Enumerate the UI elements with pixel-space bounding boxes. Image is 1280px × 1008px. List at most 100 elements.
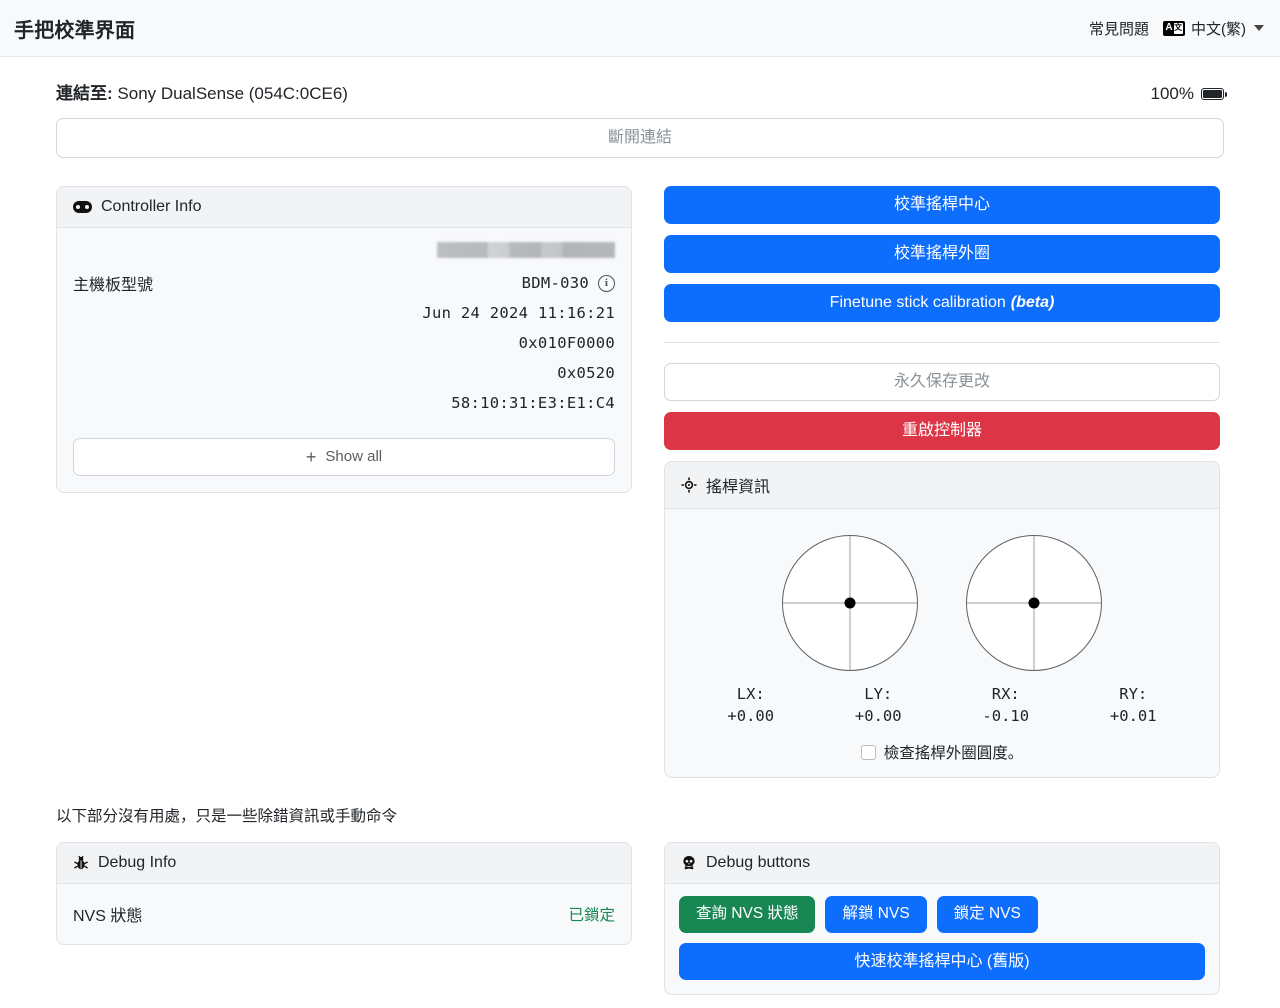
debug-right-column: Debug buttons 查詢 NVS 狀態 解鎖 NVS 鎖定 NVS 快速… <box>664 842 1220 995</box>
quick-calibrate-center-legacy-button[interactable]: 快速校準搖桿中心 (舊版) <box>679 943 1205 980</box>
nvs-status-row: NVS 狀態 已鎖定 <box>73 900 615 928</box>
stick-info-card: 搖桿資訊 LX: +0.00 LY: +0.00 RX: -0.10 RY: +… <box>664 461 1220 778</box>
debug-info-body: NVS 狀態 已鎖定 <box>57 884 631 944</box>
info-row: 0x010F0000 <box>73 328 615 358</box>
calibrate-stick-center-button[interactable]: 校準搖桿中心 <box>664 186 1220 224</box>
right-stick-dot <box>1028 597 1040 609</box>
axis-value: +0.00 <box>727 707 775 725</box>
axis-name: LY: <box>864 685 893 703</box>
translate-icon-glyph: 文 <box>1173 22 1183 34</box>
page-container: 連結至: Sony DualSense (054C:0CE6) 100% 斷開連… <box>0 57 1280 995</box>
axis-readouts: LX: +0.00 LY: +0.00 RX: -0.10 RY: +0.01 <box>681 677 1203 725</box>
circularity-checkbox-label: 檢查搖桿外圈圓度。 <box>883 745 1024 762</box>
circularity-checkbox[interactable] <box>860 744 876 760</box>
info-row-value: 0x0520 <box>557 364 615 382</box>
left-stick-visualizer <box>782 535 918 671</box>
show-all-label: Show all <box>325 447 383 465</box>
battery-icon <box>1201 88 1227 100</box>
connection-row: 連結至: Sony DualSense (054C:0CE6) 100% <box>56 57 1227 104</box>
debug-buttons-header: Debug buttons <box>665 843 1219 884</box>
finetune-label: Finetune stick calibration <box>829 294 1006 312</box>
info-row: Jun 24 2024 11:16:21 <box>73 298 615 328</box>
info-row-value-text: BDM-030 <box>521 274 589 292</box>
query-nvs-status-button[interactable]: 查詢 NVS 狀態 <box>679 896 816 933</box>
left-stick-dot <box>844 597 856 609</box>
debug-columns: Debug Info NVS 狀態 已鎖定 Debug buttons 查詢 N… <box>56 842 1224 995</box>
save-permanently-button[interactable]: 永久保存更改 <box>664 363 1220 401</box>
info-row: 0x0520 <box>73 358 615 388</box>
connected-device-text: 連結至: Sony DualSense (054C:0CE6) <box>56 79 348 104</box>
section-divider <box>664 342 1220 343</box>
right-column: 校準搖桿中心 校準搖桿外圈 Finetune stick calibration… <box>664 186 1220 778</box>
controller-info-body: 主機板型號 BDM-030 i Jun 24 2024 11:16:21 0x0… <box>57 228 631 492</box>
faq-link[interactable]: 常見問題 <box>1089 18 1149 39</box>
axis-cell: LY: +0.00 <box>815 685 943 725</box>
axis-value: -0.10 <box>982 707 1030 725</box>
info-row-value: 0x010F0000 <box>518 334 615 352</box>
debug-info-card: Debug Info NVS 狀態 已鎖定 <box>56 842 632 945</box>
controller-info-header: Controller Info <box>57 187 631 228</box>
navbar-right-group: 常見問題 A 文 中文(繁) <box>1089 18 1264 39</box>
connected-prefix: 連結至: <box>56 84 113 103</box>
lock-nvs-button[interactable]: 鎖定 NVS <box>936 896 1038 933</box>
translate-icon-letter: A <box>1165 22 1173 33</box>
chevron-down-icon <box>1254 25 1264 31</box>
axis-name: LX: <box>736 685 765 703</box>
info-row: 主機板型號 BDM-030 i <box>73 268 615 298</box>
controller-info-title: Controller Info <box>101 198 202 215</box>
info-circle-icon[interactable]: i <box>598 274 615 292</box>
debug-info-header: Debug Info <box>57 843 631 884</box>
debug-buttons-title: Debug buttons <box>706 854 811 871</box>
info-row: 58:10:31:E3:E1:C4 <box>73 388 615 418</box>
axis-name: RX: <box>991 685 1020 703</box>
circularity-check-row[interactable]: 檢查搖桿外圈圓度。 <box>681 741 1203 763</box>
debug-button-row: 查詢 NVS 狀態 解鎖 NVS 鎖定 NVS <box>679 896 1205 933</box>
stick-info-body: LX: +0.00 LY: +0.00 RX: -0.10 RY: +0.01 … <box>665 509 1219 777</box>
language-label: 中文(繁) <box>1191 20 1246 38</box>
info-row-value: Jun 24 2024 11:16:21 <box>422 304 615 322</box>
skull-icon <box>681 855 697 871</box>
reboot-controller-button[interactable]: 重啟控制器 <box>664 412 1220 450</box>
unlock-nvs-button[interactable]: 解鎖 NVS <box>825 896 927 933</box>
left-column: Controller Info 主機板型號 BDM-030 i Jun 24 2… <box>56 186 632 493</box>
translate-icon: A 文 <box>1163 20 1185 36</box>
calibrate-stick-range-button[interactable]: 校準搖桿外圈 <box>664 235 1220 273</box>
battery-indicator: 100% <box>1150 84 1227 104</box>
info-row-value: BDM-030 i <box>522 274 615 292</box>
show-all-button[interactable]: + Show all <box>73 438 615 476</box>
debug-buttons-body: 查詢 NVS 狀態 解鎖 NVS 鎖定 NVS 快速校準搖桿中心 (舊版) <box>665 884 1219 994</box>
disconnect-button[interactable]: 斷開連結 <box>56 118 1224 158</box>
plus-icon: + <box>305 447 317 467</box>
stick-visualizers <box>681 517 1203 677</box>
debug-left-column: Debug Info NVS 狀態 已鎖定 <box>56 842 632 945</box>
connected-device-name: Sony DualSense (054C:0CE6) <box>112 84 348 103</box>
nvs-status-value: 已鎖定 <box>568 907 615 924</box>
stick-info-title: 搖桿資訊 <box>706 479 771 496</box>
bug-icon <box>73 855 89 871</box>
info-row-value: 58:10:31:E3:E1:C4 <box>451 394 615 412</box>
axis-cell: RX: -0.10 <box>942 685 1070 725</box>
main-columns: Controller Info 主機板型號 BDM-030 i Jun 24 2… <box>56 186 1224 778</box>
axis-cell: LX: +0.00 <box>687 685 815 725</box>
redacted-value-bar <box>437 242 615 258</box>
page-title: 手把校準界面 <box>14 19 136 42</box>
info-row-label: 主機板型號 <box>73 277 154 294</box>
gamepad-icon <box>73 201 92 213</box>
battery-percent: 100% <box>1150 84 1194 103</box>
axis-value: +0.00 <box>854 707 902 725</box>
nvs-status-label: NVS 狀態 <box>73 908 143 925</box>
debug-section-note: 以下部分沒有用處，只是一些除錯資訊或手動命令 <box>56 808 398 825</box>
controller-info-card: Controller Info 主機板型號 BDM-030 i Jun 24 2… <box>56 186 632 493</box>
beta-tag: (beta) <box>1010 294 1055 312</box>
axis-name: RY: <box>1119 685 1148 703</box>
finetune-stick-calibration-button[interactable]: Finetune stick calibration (beta) <box>664 284 1220 322</box>
debug-info-title: Debug Info <box>98 854 177 871</box>
axis-value: +0.01 <box>1109 707 1157 725</box>
top-navbar: 手把校準界面 常見問題 A 文 中文(繁) <box>0 0 1280 57</box>
stick-info-header: 搖桿資訊 <box>665 462 1219 509</box>
axis-cell: RY: +0.01 <box>1070 685 1198 725</box>
debug-buttons-card: Debug buttons 查詢 NVS 狀態 解鎖 NVS 鎖定 NVS 快速… <box>664 842 1220 995</box>
right-stick-visualizer <box>966 535 1102 671</box>
crosshair-icon <box>681 477 697 493</box>
language-selector[interactable]: A 文 中文(繁) <box>1163 18 1264 39</box>
